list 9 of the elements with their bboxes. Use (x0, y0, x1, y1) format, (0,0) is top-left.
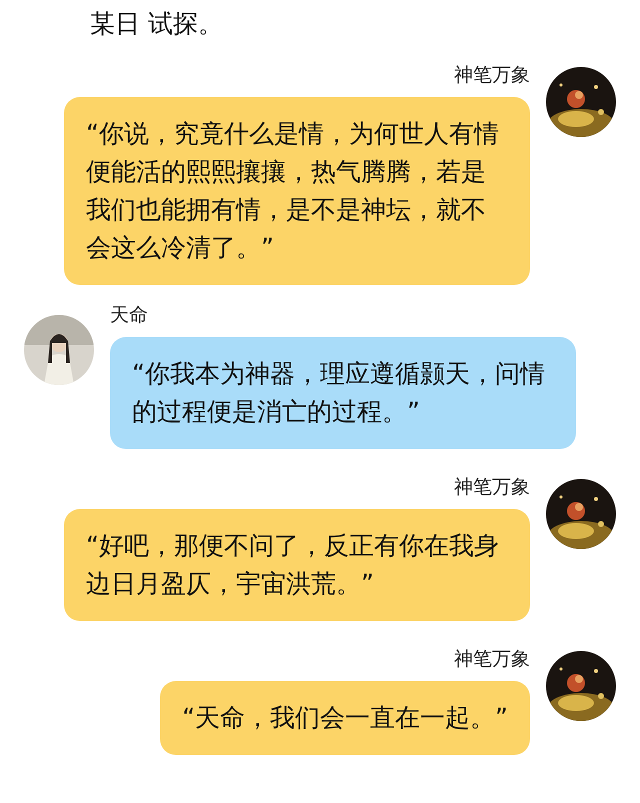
message-bubble: “你说，究竟什么是情，为何世人有情便能活的熙熙攘攘，热气腾腾，若是我们也能拥有情，是不是神坛，就不会这么冷清了。” (64, 97, 530, 285)
message-bubble: “你我本为神器，理应遵循颢天，问情的过程便是消亡的过程。” (110, 337, 576, 449)
sender-name: 神笔万象 (454, 647, 530, 671)
message-bubble: “天命，我们会一直在一起。” (160, 681, 530, 755)
chat-header: 某日 试探。 (90, 8, 224, 40)
message-bubble: “好吧，那便不问了，反正有你在我身边日月盈仄，宇宙洪荒。” (64, 509, 530, 621)
sender-name: 神笔万象 (454, 63, 530, 87)
sender-name: 天命 (110, 303, 148, 327)
sender-name: 神笔万象 (454, 475, 530, 499)
